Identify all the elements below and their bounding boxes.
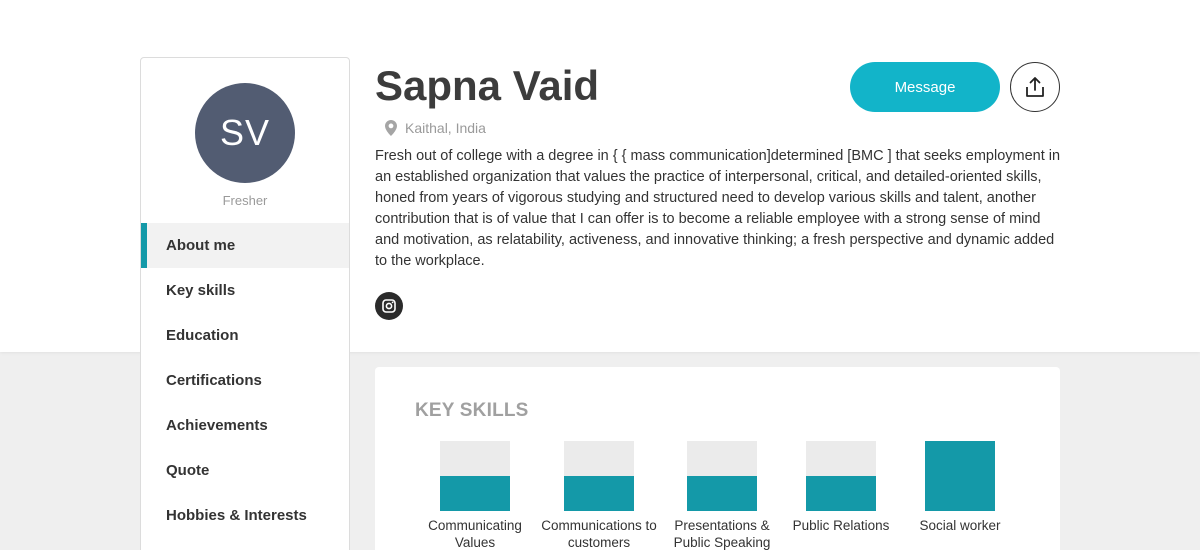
profile-bio: Fresh out of college with a degree in { … xyxy=(375,148,1061,269)
skill-item: Communications to customers xyxy=(534,441,664,550)
share-icon xyxy=(1026,77,1044,97)
skill-level-bar xyxy=(806,441,876,511)
skill-level-fill xyxy=(925,441,995,511)
nav-item-about-me[interactable]: About me xyxy=(141,223,349,268)
skill-label: Presentations & Public Speaking xyxy=(673,518,771,550)
nav-item-label: About me xyxy=(166,237,236,254)
nav-item-education[interactable]: Education xyxy=(141,313,349,358)
skill-item: Communicating Values xyxy=(410,441,540,550)
skill-level-bar xyxy=(687,441,757,511)
nav-item-quote[interactable]: Quote xyxy=(141,448,349,493)
profile-role: Fresher xyxy=(222,193,268,208)
key-skills-title: KEY SKILLS xyxy=(415,400,529,421)
skill-level-fill xyxy=(687,476,757,511)
skill-level-fill xyxy=(806,476,876,511)
skill-item: Public Relations xyxy=(776,441,906,534)
nav-item-certifications[interactable]: Certifications xyxy=(141,358,349,403)
skill-item: Presentations & Public Speaking xyxy=(657,441,787,550)
skill-level-fill xyxy=(564,476,634,511)
skill-label: Communications to customers xyxy=(541,518,657,550)
nav-item-key-skills[interactable]: Key skills xyxy=(141,268,349,313)
profile-name: Sapna Vaid xyxy=(375,62,600,109)
skill-label: Public Relations xyxy=(792,518,890,533)
nav-item-achievements[interactable]: Achievements xyxy=(141,403,349,448)
nav-item-label: Education xyxy=(166,327,239,344)
skill-label: Social worker xyxy=(919,518,1001,533)
nav-item-hobbies-interests[interactable]: Hobbies & Interests xyxy=(141,493,349,538)
skill-level-bar xyxy=(440,441,510,511)
skill-level-fill xyxy=(440,476,510,511)
nav-item-label: Key skills xyxy=(166,282,236,299)
profile-sidebar: SV Fresher About me Key skills Education… xyxy=(140,57,350,550)
skill-label: Communicating Values xyxy=(428,518,522,550)
skill-item: Social worker xyxy=(895,441,1025,534)
location-pin-icon xyxy=(385,120,397,136)
profile-location: Kaithal, India xyxy=(385,120,486,136)
instagram-link[interactable] xyxy=(375,292,403,320)
nav-item-label: Achievements xyxy=(166,417,268,434)
message-button[interactable]: Message xyxy=(850,62,1000,112)
skill-level-bar xyxy=(564,441,634,511)
key-skills-card: KEY SKILLS Communicating Values Communic… xyxy=(375,367,1060,550)
nav-item-label: Hobbies & Interests xyxy=(166,507,307,524)
nav-item-label: Certifications xyxy=(166,372,262,389)
avatar: SV xyxy=(195,83,295,183)
nav-item-label: Quote xyxy=(166,462,210,479)
location-text: Kaithal, India xyxy=(405,120,486,136)
skill-level-bar xyxy=(925,441,995,511)
profile-nav: About me Key skills Education Certificat… xyxy=(141,223,349,538)
avatar-initials: SV xyxy=(219,112,271,153)
instagram-icon xyxy=(382,299,396,313)
share-button[interactable] xyxy=(1010,62,1060,112)
